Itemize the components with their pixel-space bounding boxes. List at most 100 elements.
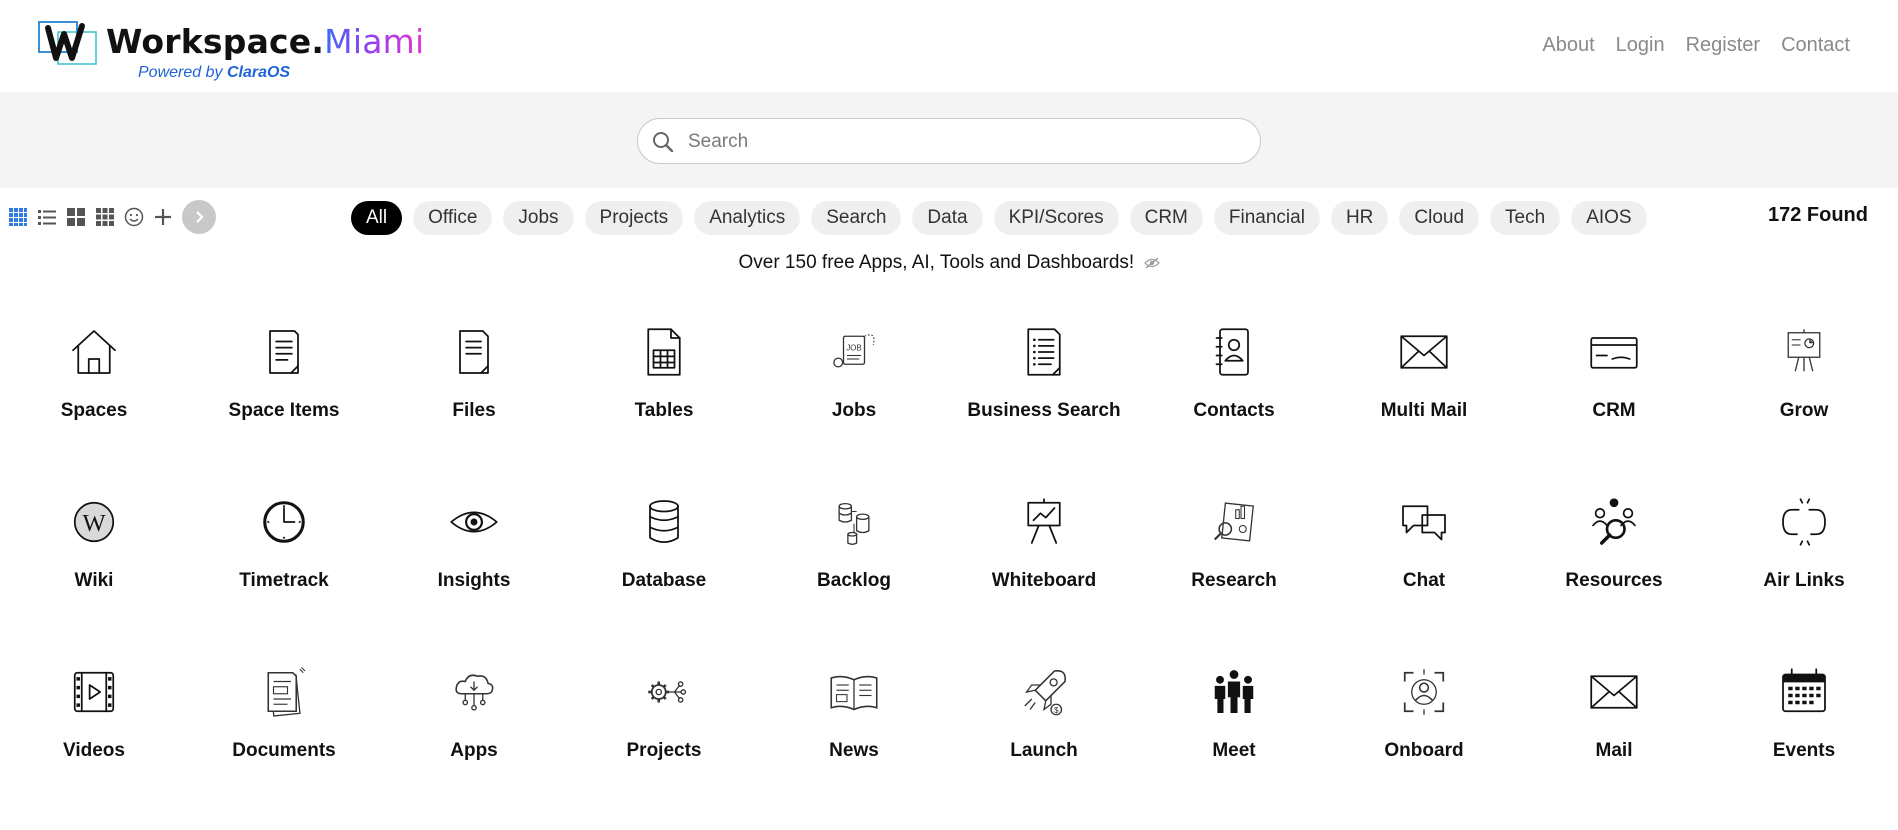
list-icon[interactable] bbox=[37, 207, 57, 227]
list-document-icon bbox=[1012, 320, 1076, 384]
group-people-icon bbox=[1202, 660, 1266, 724]
app-tile-contacts[interactable]: Contacts bbox=[1139, 320, 1329, 490]
app-label: Insights bbox=[437, 570, 511, 591]
nav-about[interactable]: About bbox=[1542, 34, 1594, 57]
app-tile-tables[interactable]: Tables bbox=[569, 320, 759, 490]
app-tile-mail[interactable]: Mail bbox=[1519, 660, 1709, 830]
app-label: Resources bbox=[1565, 570, 1663, 591]
filter-chip-hr[interactable]: HR bbox=[1330, 201, 1389, 235]
nav-register[interactable]: Register bbox=[1686, 34, 1760, 57]
grid-small-icon[interactable] bbox=[8, 207, 28, 227]
chevron-right-icon bbox=[196, 211, 204, 223]
app-label: Mail bbox=[1595, 740, 1633, 761]
documents-icon bbox=[252, 660, 316, 724]
search-box[interactable] bbox=[637, 118, 1261, 164]
app-label: Whiteboard bbox=[991, 570, 1097, 591]
filter-chip-data[interactable]: Data bbox=[912, 201, 983, 235]
search-input[interactable] bbox=[686, 125, 1250, 159]
next-button[interactable] bbox=[182, 200, 216, 234]
address-book-icon bbox=[1202, 320, 1266, 384]
app-tile-apps[interactable]: Apps bbox=[379, 660, 569, 830]
grid-large-icon[interactable] bbox=[66, 207, 86, 227]
filter-chip-projects[interactable]: Projects bbox=[584, 201, 684, 235]
eye-slash-icon[interactable] bbox=[1143, 257, 1160, 269]
gear-network-icon bbox=[632, 660, 696, 724]
filter-chip-analytics[interactable]: Analytics bbox=[694, 201, 801, 235]
category-filters: All Office Jobs Projects Analytics Search Data… bbox=[351, 201, 1647, 235]
app-tile-videos[interactable]: Videos bbox=[0, 660, 189, 830]
people-search-icon bbox=[1582, 490, 1646, 554]
clock-icon bbox=[252, 490, 316, 554]
filter-chip-cloud[interactable]: Cloud bbox=[1399, 201, 1480, 235]
app-tile-whiteboard[interactable]: Whiteboard bbox=[949, 490, 1139, 660]
filter-chip-tech[interactable]: Tech bbox=[1490, 201, 1561, 235]
nav-login[interactable]: Login bbox=[1616, 34, 1665, 57]
filter-chip-crm[interactable]: CRM bbox=[1129, 201, 1203, 235]
app-tile-launch[interactable]: $ Launch bbox=[949, 660, 1139, 830]
plus-icon[interactable] bbox=[153, 207, 173, 227]
app-label: Business Search bbox=[967, 400, 1121, 421]
app-tile-resources[interactable]: Resources bbox=[1519, 490, 1709, 660]
app-label: CRM bbox=[1592, 400, 1636, 421]
card-icon bbox=[1582, 320, 1646, 384]
app-tile-business-search[interactable]: Business Search bbox=[949, 320, 1139, 490]
svg-text:$: $ bbox=[1054, 706, 1059, 715]
document-icon bbox=[252, 320, 316, 384]
app-tile-meet[interactable]: Meet bbox=[1139, 660, 1329, 830]
app-grid: Spaces Space Items Files Tables JOB Jobs Busin… bbox=[0, 320, 1898, 830]
filter-chip-financial[interactable]: Financial bbox=[1213, 201, 1320, 235]
app-tile-jobs[interactable]: JOB Jobs bbox=[759, 320, 949, 490]
grid-medium-icon[interactable] bbox=[95, 207, 115, 227]
app-tile-database[interactable]: Database bbox=[569, 490, 759, 660]
app-label: Apps bbox=[450, 740, 498, 761]
app-label: Wiki bbox=[74, 570, 114, 591]
app-tile-files[interactable]: Files bbox=[379, 320, 569, 490]
app-tile-projects[interactable]: Projects bbox=[569, 660, 759, 830]
app-label: Multi Mail bbox=[1380, 400, 1468, 421]
research-icon bbox=[1202, 490, 1266, 554]
app-tile-air-links[interactable]: Air Links bbox=[1709, 490, 1898, 660]
app-tile-news[interactable]: News bbox=[759, 660, 949, 830]
app-tile-events[interactable]: Events bbox=[1709, 660, 1898, 830]
filter-chip-search[interactable]: Search bbox=[811, 201, 902, 235]
app-tile-grow[interactable]: Grow bbox=[1709, 320, 1898, 490]
filter-chip-aios[interactable]: AIOS bbox=[1571, 201, 1647, 235]
spreadsheet-icon bbox=[632, 320, 696, 384]
filter-chip-jobs[interactable]: Jobs bbox=[503, 201, 574, 235]
app-tile-multi-mail[interactable]: Multi Mail bbox=[1329, 320, 1519, 490]
tagline: Over 150 free Apps, AI, Tools and Dashbo… bbox=[0, 252, 1898, 274]
app-tile-research[interactable]: Research bbox=[1139, 490, 1329, 660]
house-icon bbox=[62, 320, 126, 384]
app-tile-documents[interactable]: Documents bbox=[189, 660, 379, 830]
mail-icon bbox=[1582, 660, 1646, 724]
app-tile-crm[interactable]: CRM bbox=[1519, 320, 1709, 490]
backlog-icon bbox=[822, 490, 886, 554]
app-label: Grow bbox=[1779, 400, 1829, 421]
app-tile-space-items[interactable]: Space Items bbox=[189, 320, 379, 490]
app-tile-insights[interactable]: Insights bbox=[379, 490, 569, 660]
user-focus-icon bbox=[1392, 660, 1456, 724]
app-tile-wiki[interactable]: W Wiki bbox=[0, 490, 189, 660]
filter-chip-kpi-scores[interactable]: KPI/Scores bbox=[993, 201, 1119, 235]
app-tile-spaces[interactable]: Spaces bbox=[0, 320, 189, 490]
app-label: Events bbox=[1772, 740, 1836, 761]
filter-chip-office[interactable]: Office bbox=[413, 201, 493, 235]
nav-contact[interactable]: Contact bbox=[1781, 34, 1850, 57]
smiley-icon[interactable] bbox=[124, 207, 144, 227]
app-label: Jobs bbox=[831, 400, 877, 421]
whiteboard-icon bbox=[1012, 490, 1076, 554]
app-label: Tables bbox=[634, 400, 694, 421]
app-tile-onboard[interactable]: Onboard bbox=[1329, 660, 1519, 830]
broken-link-icon bbox=[1772, 490, 1836, 554]
app-tile-timetrack[interactable]: Timetrack bbox=[189, 490, 379, 660]
app-tile-backlog[interactable]: Backlog bbox=[759, 490, 949, 660]
filter-chip-all[interactable]: All bbox=[351, 201, 403, 235]
powered-by: Powered by ClaraOS bbox=[138, 64, 291, 81]
app-tile-chat[interactable]: Chat bbox=[1329, 490, 1519, 660]
app-label: Space Items bbox=[228, 400, 340, 421]
search-band bbox=[0, 92, 1898, 188]
calendar-icon bbox=[1772, 660, 1836, 724]
chat-bubbles-icon bbox=[1392, 490, 1456, 554]
top-nav: About Login Register Contact bbox=[1542, 34, 1850, 57]
header: Workspace.Miami Powered by ClaraOS About… bbox=[0, 0, 1898, 92]
